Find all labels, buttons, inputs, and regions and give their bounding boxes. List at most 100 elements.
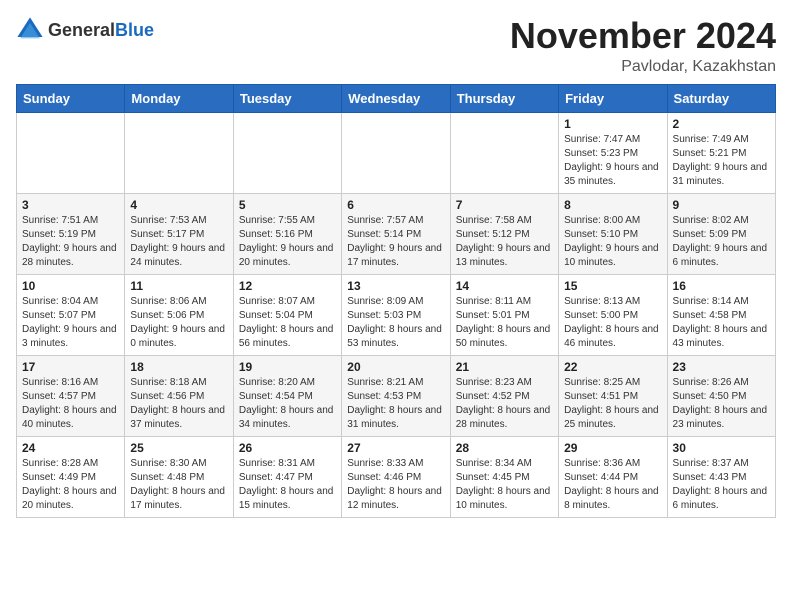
day-info-line: Sunset: 5:12 PM bbox=[456, 228, 553, 242]
day-info-line: Sunrise: 8:02 AM bbox=[673, 214, 770, 228]
day-info-line: Sunrise: 7:55 AM bbox=[239, 214, 336, 228]
calendar-week-row: 24Sunrise: 8:28 AMSunset: 4:49 PMDayligh… bbox=[17, 436, 776, 517]
day-info-line: Sunrise: 8:16 AM bbox=[22, 376, 119, 390]
day-info-line: Sunrise: 8:06 AM bbox=[130, 295, 227, 309]
day-number: 25 bbox=[130, 441, 227, 455]
day-info-line: Sunrise: 8:37 AM bbox=[673, 457, 770, 471]
header-saturday: Saturday bbox=[667, 84, 775, 112]
day-info-line: Sunrise: 8:23 AM bbox=[456, 376, 553, 390]
day-info-line: Daylight: 9 hours and 28 minutes. bbox=[22, 242, 119, 270]
day-info-line: Sunrise: 8:20 AM bbox=[239, 376, 336, 390]
day-info-line: Daylight: 9 hours and 13 minutes. bbox=[456, 242, 553, 270]
calendar-cell: 30Sunrise: 8:37 AMSunset: 4:43 PMDayligh… bbox=[667, 436, 775, 517]
day-info-line: Sunrise: 7:57 AM bbox=[347, 214, 444, 228]
calendar-cell: 26 Sunrise: 8:31 AMSunset: 4:47 PMDayligh… bbox=[233, 436, 341, 517]
day-number: 26 bbox=[239, 441, 336, 455]
calendar-cell: 5Sunrise: 7:55 AMSunset: 5:16 PMDaylight… bbox=[233, 193, 341, 274]
logo: GeneralBlue bbox=[16, 16, 154, 44]
day-info-line: Sunrise: 7:51 AM bbox=[22, 214, 119, 228]
month-title: November 2024 bbox=[510, 16, 776, 56]
day-info-line: Sunrise: 7:58 AM bbox=[456, 214, 553, 228]
day-info-line: Sunrise: 8:07 AM bbox=[239, 295, 336, 309]
day-number: 30 bbox=[673, 441, 770, 455]
calendar-cell: 12Sunrise: 8:07 AMSunset: 5:04 PMDayligh… bbox=[233, 274, 341, 355]
day-number: 10 bbox=[22, 279, 119, 293]
calendar-cell bbox=[450, 112, 558, 193]
day-info-line: Sunset: 4:47 PM bbox=[239, 471, 336, 485]
day-info-line: Sunset: 4:54 PM bbox=[239, 390, 336, 404]
day-number: 18 bbox=[130, 360, 227, 374]
day-info-line: Daylight: 8 hours and 43 minutes. bbox=[673, 323, 770, 351]
day-info-line: Sunrise: 8:09 AM bbox=[347, 295, 444, 309]
header-tuesday: Tuesday bbox=[233, 84, 341, 112]
calendar-cell: 13Sunrise: 8:09 AMSunset: 5:03 PMDayligh… bbox=[342, 274, 450, 355]
day-number: 27 bbox=[347, 441, 444, 455]
day-info-line: Daylight: 8 hours and 34 minutes. bbox=[239, 404, 336, 432]
day-number: 15 bbox=[564, 279, 661, 293]
day-info-line: Daylight: 9 hours and 6 minutes. bbox=[673, 242, 770, 270]
day-info-line: Daylight: 8 hours and 15 minutes. bbox=[239, 485, 336, 513]
day-info-line: Sunset: 4:49 PM bbox=[22, 471, 119, 485]
day-number: 12 bbox=[239, 279, 336, 293]
day-info-line: Sunset: 4:45 PM bbox=[456, 471, 553, 485]
header-thursday: Thursday bbox=[450, 84, 558, 112]
day-info-line: Sunset: 4:52 PM bbox=[456, 390, 553, 404]
day-info-line: Daylight: 8 hours and 25 minutes. bbox=[564, 404, 661, 432]
day-number: 17 bbox=[22, 360, 119, 374]
day-info-line: Sunset: 5:16 PM bbox=[239, 228, 336, 242]
day-info-line: Daylight: 8 hours and 6 minutes. bbox=[673, 485, 770, 513]
calendar-cell: 14Sunrise: 8:11 AMSunset: 5:01 PMDayligh… bbox=[450, 274, 558, 355]
day-info-line: Daylight: 8 hours and 53 minutes. bbox=[347, 323, 444, 351]
day-info-line: Sunrise: 8:31 AM bbox=[239, 457, 336, 471]
day-number: 28 bbox=[456, 441, 553, 455]
day-info-line: Daylight: 9 hours and 35 minutes. bbox=[564, 161, 661, 189]
day-info-line: Daylight: 8 hours and 12 minutes. bbox=[347, 485, 444, 513]
calendar-cell: 16 Sunrise: 8:14 AMSunset: 4:58 PMDayligh… bbox=[667, 274, 775, 355]
day-number: 2 bbox=[673, 117, 770, 131]
day-number: 5 bbox=[239, 198, 336, 212]
day-info-line: Sunset: 4:58 PM bbox=[673, 309, 770, 323]
day-info-line: Sunset: 5:03 PM bbox=[347, 309, 444, 323]
logo-general: GeneralBlue bbox=[48, 20, 154, 41]
day-number: 29 bbox=[564, 441, 661, 455]
day-info-line: Daylight: 8 hours and 40 minutes. bbox=[22, 404, 119, 432]
day-info-line: Sunset: 4:53 PM bbox=[347, 390, 444, 404]
day-number: 23 bbox=[673, 360, 770, 374]
day-info-line: Daylight: 8 hours and 28 minutes. bbox=[456, 404, 553, 432]
calendar-cell bbox=[233, 112, 341, 193]
day-info-line: Sunrise: 8:36 AM bbox=[564, 457, 661, 471]
day-info-line: Daylight: 9 hours and 0 minutes. bbox=[130, 323, 227, 351]
calendar-cell: 25Sunrise: 8:30 AMSunset: 4:48 PMDayligh… bbox=[125, 436, 233, 517]
day-number: 4 bbox=[130, 198, 227, 212]
calendar-cell: 11Sunrise: 8:06 AMSunset: 5:06 PMDayligh… bbox=[125, 274, 233, 355]
calendar-cell: 10Sunrise: 8:04 AMSunset: 5:07 PMDayligh… bbox=[17, 274, 125, 355]
calendar-cell: 2Sunrise: 7:49 AMSunset: 5:21 PMDaylight… bbox=[667, 112, 775, 193]
day-info-line: Daylight: 8 hours and 17 minutes. bbox=[130, 485, 227, 513]
calendar-cell: 24Sunrise: 8:28 AMSunset: 4:49 PMDayligh… bbox=[17, 436, 125, 517]
day-info-line: Sunset: 4:44 PM bbox=[564, 471, 661, 485]
day-info-line: Daylight: 9 hours and 10 minutes. bbox=[564, 242, 661, 270]
day-info-line: Sunset: 5:00 PM bbox=[564, 309, 661, 323]
day-info-line: Sunrise: 8:14 AM bbox=[673, 295, 770, 309]
day-number: 7 bbox=[456, 198, 553, 212]
day-number: 3 bbox=[22, 198, 119, 212]
day-number: 19 bbox=[239, 360, 336, 374]
day-number: 8 bbox=[564, 198, 661, 212]
day-info-line: Sunset: 5:23 PM bbox=[564, 147, 661, 161]
location: Pavlodar, Kazakhstan bbox=[510, 58, 776, 76]
day-info-line: Sunset: 5:21 PM bbox=[673, 147, 770, 161]
day-number: 1 bbox=[564, 117, 661, 131]
calendar-header-row: Sunday Monday Tuesday Wednesday Thursday… bbox=[17, 84, 776, 112]
calendar-week-row: 10Sunrise: 8:04 AMSunset: 5:07 PMDayligh… bbox=[17, 274, 776, 355]
day-number: 9 bbox=[673, 198, 770, 212]
day-number: 16 bbox=[673, 279, 770, 293]
calendar-cell: 23Sunrise: 8:26 AMSunset: 4:50 PMDayligh… bbox=[667, 355, 775, 436]
day-info-line: Sunrise: 8:33 AM bbox=[347, 457, 444, 471]
day-info-line: Sunrise: 8:26 AM bbox=[673, 376, 770, 390]
day-info-line: Sunrise: 8:11 AM bbox=[456, 295, 553, 309]
day-info-line: Daylight: 8 hours and 37 minutes. bbox=[130, 404, 227, 432]
header-wednesday: Wednesday bbox=[342, 84, 450, 112]
calendar-cell: 21Sunrise: 8:23 AMSunset: 4:52 PMDayligh… bbox=[450, 355, 558, 436]
calendar-cell: 27Sunrise: 8:33 AMSunset: 4:46 PMDayligh… bbox=[342, 436, 450, 517]
header-monday: Monday bbox=[125, 84, 233, 112]
